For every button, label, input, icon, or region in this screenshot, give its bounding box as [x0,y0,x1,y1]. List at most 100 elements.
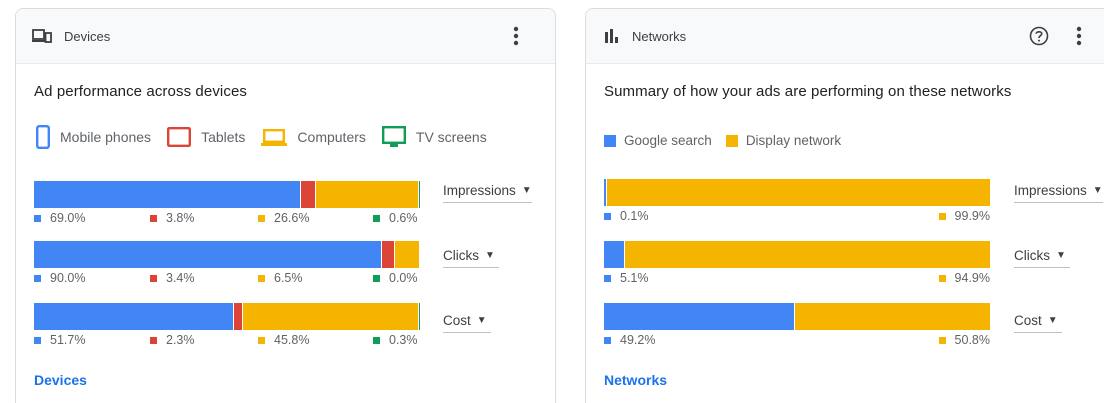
tv-screens-segment [417,181,420,208]
mobile-phones-percent: 90.0% [34,271,85,285]
legend-label: TV screens [415,129,487,145]
tablet-icon [167,127,192,147]
metric-select-label: Cost [1014,313,1042,328]
clicks-percent-labels: 90.0% 3.4% 6.5% 0.0% [34,271,420,289]
clicks-stacked-bar [604,241,990,268]
legend-swatch [258,274,265,282]
dropdown-arrow-icon: ▼ [1092,185,1103,196]
mobile-phones-segment [34,303,234,330]
mobile-phones-percent: 69.0% [34,211,85,225]
legend-swatch [34,336,41,344]
legend-tablets[interactable]: Tablets [167,127,245,147]
computers-percent: 45.8% [258,333,309,347]
display-network-swatch [725,134,738,147]
legend-swatch [150,214,157,222]
google-search-swatch [604,134,616,147]
networks-card: Networks Summary of how your ads are per… [585,8,1104,403]
tv-screens-percent: 0.0% [373,271,418,285]
impressions-stacked-bar [34,181,420,208]
metric-select-label: Impressions [1014,183,1087,198]
legend-swatch [938,212,946,220]
cost-metric-select[interactable]: Cost ▼ [1014,313,1062,333]
tablets-percent: 3.8% [150,211,195,225]
tv-screens-segment [419,241,420,268]
display-network-segment [623,241,990,268]
networks-legend: Google search Display network [604,133,855,148]
legend-computers[interactable]: Computers [261,127,366,147]
legend-tv-screens[interactable]: TV screens [381,126,487,148]
legend-swatch [258,214,265,222]
mobile-phones-segment [34,241,381,268]
tablets-percent: 2.3% [150,333,195,347]
devices-card: Devices Ad performance across devices Mo… [15,8,556,403]
tablets-segment [233,303,243,330]
legend-swatch [34,214,41,222]
legend-swatch [938,274,946,282]
mobile-phone-icon [36,125,50,149]
legend-label: Mobile phones [60,129,152,145]
legend-label: Computers [297,129,366,145]
display-network-percent: 50.8% [938,333,990,347]
legend-swatch [373,274,380,282]
metric-select-label: Clicks [443,248,479,263]
tv-screens-percent: 0.3% [373,333,418,347]
computer-icon [261,129,288,146]
legend-swatch [373,336,380,344]
cost-row: 51.7% 2.3% 45.8% 0.3% [34,303,420,351]
tablets-percent: 3.4% [150,271,195,285]
legend-swatch [150,336,157,344]
networks-subtitle: Summary of how your ads are performing o… [604,83,1012,100]
impressions-stacked-bar [604,179,990,206]
devices-icon [32,26,52,46]
cost-metric-select[interactable]: Cost ▼ [443,313,491,333]
more-vert-icon[interactable] [1066,23,1092,49]
dropdown-arrow-icon: ▼ [476,315,487,326]
networks-card-header: Networks [586,9,1104,64]
google-search-segment [604,303,794,330]
dropdown-arrow-icon: ▼ [1047,315,1058,326]
more-vert-icon[interactable] [503,23,529,49]
legend-label: Display network [745,133,842,148]
google-search-segment [604,241,624,268]
computers-segment [314,181,418,208]
cost-percent-labels: 49.2% 50.8% [604,333,990,351]
mobile-phones-segment [34,181,301,208]
impressions-metric-select[interactable]: Impressions ▼ [443,183,532,203]
clicks-metric-select[interactable]: Clicks ▼ [443,248,499,268]
metric-select-label: Cost [443,313,471,328]
computers-segment [393,241,419,268]
legend-swatch [373,214,380,222]
dropdown-arrow-icon: ▼ [521,185,532,196]
cost-stacked-bar [604,303,990,330]
computers-percent: 6.5% [258,271,303,285]
clicks-row: 5.1% 94.9% [604,241,990,289]
legend-swatch [34,274,41,282]
display-network-segment [605,179,990,206]
devices-subtitle: Ad performance across devices [34,83,247,100]
legend-swatch [604,212,611,220]
metric-select-label: Clicks [1014,248,1050,263]
impressions-metric-select[interactable]: Impressions ▼ [1014,183,1103,203]
metric-select-label: Impressions [443,183,516,198]
legend-swatch [604,274,611,282]
networks-link[interactable]: Networks [604,372,667,388]
tv-screens-percent: 0.6% [373,211,418,225]
legend-mobile-phones[interactable]: Mobile phones [36,125,151,149]
display-network-percent: 94.9% [938,271,990,285]
google-search-percent: 0.1% [604,209,649,223]
legend-google-search[interactable]: Google search [604,133,712,148]
legend-display-network[interactable]: Display network [725,133,842,148]
legend-swatch [604,336,611,344]
tv-icon [381,126,406,147]
help-icon[interactable] [1026,23,1052,49]
legend-label: Google search [624,133,712,148]
clicks-metric-select[interactable]: Clicks ▼ [1014,248,1070,268]
networks-card-title: Networks [632,28,687,44]
cost-stacked-bar [34,303,420,330]
devices-link[interactable]: Devices [34,372,87,388]
dropdown-arrow-icon: ▼ [1056,250,1066,261]
cost-row: 49.2% 50.8% [604,303,990,351]
dropdown-arrow-icon: ▼ [485,250,495,261]
legend-swatch [258,336,265,344]
devices-card-header: Devices [16,9,555,64]
